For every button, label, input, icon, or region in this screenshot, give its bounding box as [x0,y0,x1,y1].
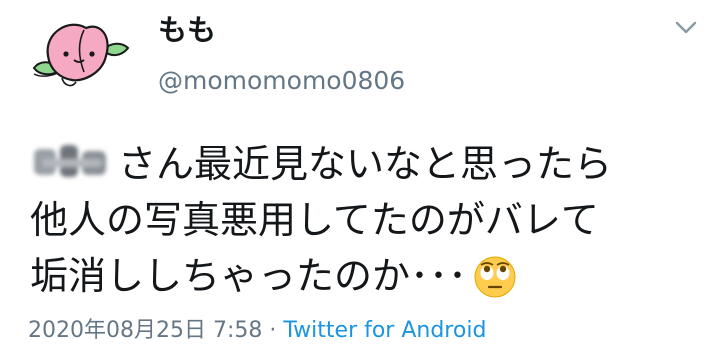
peach-avatar-icon [32,23,130,87]
tweet-menu-button[interactable] [674,18,698,36]
tweet-line-2: 他人の写真悪用してたのがバレて [30,198,599,242]
display-name[interactable]: もも [158,10,216,50]
tweet-line-1: さん最近見ないなと思ったら [30,136,700,192]
tweet-source-link[interactable]: Twitter for Android [283,318,486,343]
tweet-line-3-text: 垢消ししちゃったのか･･･ [30,254,468,298]
tweet-card: もも @momomomo0806 さん最近見ないなと思ったら 他人の写真悪用して… [0,0,720,356]
tweet-text: さん最近見ないなと思ったら 他人の写真悪用してたのがバレて 垢消ししちゃったのか… [30,136,700,304]
avatar[interactable] [26,12,136,104]
timestamp[interactable]: 2020年08月25日 7:58 [28,318,262,343]
blurred-username [30,141,116,185]
tweet-meta: 2020年08月25日 7:58 · Twitter for Android [28,315,486,347]
user-handle[interactable]: @momomomo0806 [158,64,405,98]
meta-separator: · [269,318,277,343]
chevron-down-icon [675,21,697,34]
tweet-line-3: 垢消ししちゃったのか･･･ [30,248,700,304]
tweet-line-1-text: さん最近見ないなと思ったら [118,142,613,186]
face-with-rolling-eyes-emoji [473,255,517,299]
